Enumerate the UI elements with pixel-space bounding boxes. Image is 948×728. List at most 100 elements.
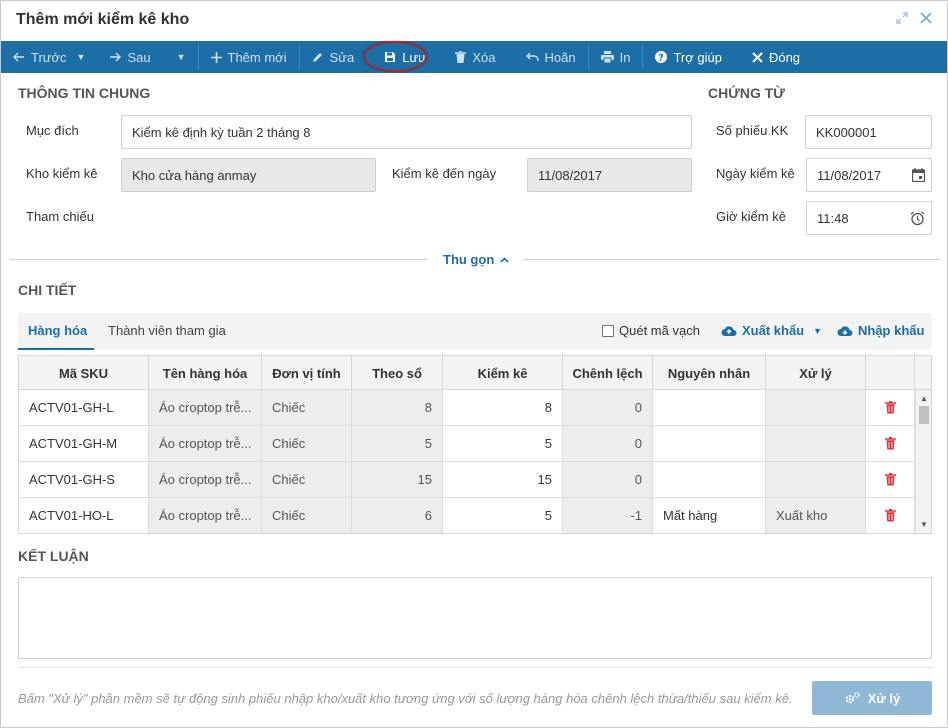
arrow-left-icon [13,52,24,62]
chevron-down-icon: ▼ [813,325,823,336]
undo-button[interactable]: Hoãn [514,41,588,73]
voucher-number-input[interactable]: KK000001 [805,115,932,149]
conclusion-section-title: KẾT LUẬN [18,548,89,564]
help-button[interactable]: ? Trợ giúp [643,41,734,73]
sku-cell: ACTV01-GH-L [19,390,149,425]
reason-input[interactable] [653,390,766,425]
save-highlight-ring [363,41,428,72]
unit-cell: Chiếc [262,390,352,425]
purpose-label: Mục đích [26,123,79,138]
voucher-number-value: KK000001 [816,124,877,140]
table-header: Mã SKU Tên hàng hóa Đơn vị tính Theo sổ … [19,356,931,390]
purpose-value: Kiểm kê định kỳ tuần 2 tháng 8 [132,124,311,140]
counted-qty-input[interactable]: 15 [443,462,563,497]
until-date-field: 11/08/2017 [527,158,692,192]
delete-button[interactable]: Xóa [443,41,507,73]
book-qty-cell: 5 [352,426,443,461]
count-time-input[interactable]: 11:48 [806,201,932,235]
column-header-name[interactable]: Tên hàng hóa [149,356,262,390]
trash-icon [884,509,896,522]
column-header-reason[interactable]: Nguyên nhân [653,356,766,390]
action-select[interactable] [766,426,866,461]
pencil-icon [312,53,322,62]
close-icon[interactable] [919,12,933,26]
expand-arrows-icon[interactable] [895,12,909,26]
book-qty-cell: 15 [352,462,443,497]
column-header-action[interactable]: Xử lý [766,356,866,390]
tab-goods[interactable]: Hàng hóa [28,323,87,338]
alarm-clock-icon[interactable] [910,211,925,229]
export-button[interactable]: Xuất khẩu ▼ [721,323,822,338]
next-label: Sau [127,49,151,65]
cloud-download-icon [837,325,853,336]
plus-icon [210,51,222,63]
undo-label: Hoãn [544,49,576,65]
unit-cell: Chiếc [262,426,352,461]
process-button[interactable]: Xử lý [812,681,932,715]
reason-input[interactable] [653,426,766,461]
prev-button[interactable]: Trước ▼ [1,41,97,73]
scroll-up-arrow-icon[interactable]: ▲ [920,394,928,403]
barcode-label: Quét mã vạch [619,323,700,338]
column-header-difference[interactable]: Chênh lệch [563,356,653,390]
import-button[interactable]: Nhập khẩu [837,323,924,338]
footer-divider [18,667,932,668]
calendar-icon[interactable] [911,168,926,185]
scroll-down-arrow-icon[interactable]: ▼ [920,520,928,529]
count-date-input[interactable]: 11/08/2017 [806,158,932,192]
barcode-checkbox[interactable] [602,324,614,337]
help-label: Trợ giúp [673,49,722,65]
edit-button[interactable]: Sửa [300,41,367,73]
counted-qty-input[interactable]: 5 [443,426,563,461]
print-button[interactable]: In [589,41,643,73]
column-header-book-qty[interactable]: Theo sổ [352,356,443,390]
counted-qty-input[interactable]: 5 [443,498,563,533]
close-button[interactable]: Đóng [740,41,812,73]
add-button[interactable]: Thêm mới [199,41,299,73]
trash-icon [884,401,896,414]
column-header-sku[interactable]: Mã SKU [19,356,149,390]
export-label: Xuất khẩu [742,323,805,338]
scrollbar-thumb[interactable] [919,406,929,424]
table-scrollbar[interactable]: ▲ ▼ [915,390,931,533]
action-select[interactable] [766,390,866,425]
collapse-divider-left [10,259,427,260]
trash-icon [455,51,467,63]
difference-cell: 0 [563,426,653,461]
edit-label: Sửa [329,49,355,65]
action-select[interactable] [766,462,866,497]
barcode-scan-toggle[interactable]: Quét mã vạch [602,323,700,338]
chevron-up-icon [500,256,509,263]
delete-row-button[interactable] [866,498,915,533]
delete-row-button[interactable] [866,462,915,497]
reason-input[interactable]: Mất hàng [653,498,766,533]
sku-cell: ACTV01-HO-L [19,498,149,533]
delete-row-button[interactable] [866,426,915,461]
product-name-cell: Áo croptop trễ... [149,390,262,425]
difference-cell: 0 [563,390,653,425]
sku-cell: ACTV01-GH-M [19,426,149,461]
collapse-toggle[interactable]: Thu gọn [443,252,509,267]
conclusion-textarea[interactable] [18,577,932,659]
count-date-label: Ngày kiểm kê [716,166,795,181]
delete-row-button[interactable] [866,390,915,425]
book-qty-cell: 8 [352,390,443,425]
action-select[interactable]: Xuất kho [766,498,866,533]
collapse-divider-right [523,259,940,260]
table-row: ACTV01-HO-L Áo croptop trễ... Chiếc 6 5 -1 Mất… [19,498,915,533]
tab-members[interactable]: Thành viên tham gia [108,323,226,338]
save-button[interactable]: Lưu [363,41,437,73]
table-row: ACTV01-GH-L Áo croptop trễ... Chiếc 8 8 0 [19,390,915,426]
chevron-down-icon: ▼ [176,52,186,62]
reason-input[interactable] [653,462,766,497]
counted-qty-input[interactable]: 8 [443,390,563,425]
product-name-cell: Áo croptop trễ... [149,426,262,461]
footer-note: Bấm "Xử lý" phần mềm sẽ tự động sinh phi… [18,691,793,706]
count-date-value: 11/08/2017 [817,167,882,183]
until-date-value: 11/08/2017 [538,167,603,183]
purpose-input[interactable]: Kiểm kê định kỳ tuần 2 tháng 8 [121,115,692,149]
column-header-counted-qty[interactable]: Kiểm kê [443,356,563,390]
next-button[interactable]: Sau ▼ [97,41,197,73]
toolbar: Trước ▼ Sau ▼ Thêm mới Sửa Lưu Xóa Hoãn … [1,41,947,73]
column-header-unit[interactable]: Đơn vị tính [262,356,352,390]
